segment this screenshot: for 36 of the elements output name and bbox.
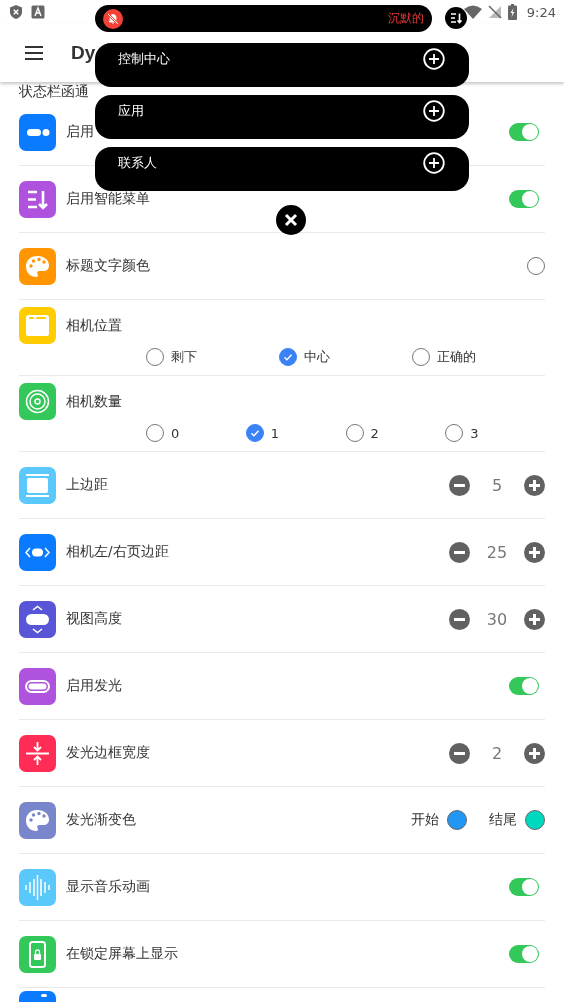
stepper-value: 5 bbox=[490, 475, 504, 495]
option-label: 剩下 bbox=[171, 348, 197, 366]
menu-item-label: 控制中心 bbox=[118, 50, 171, 68]
setting-label: 视图高度 bbox=[66, 610, 122, 628]
setting-label: 启用智能菜单 bbox=[66, 190, 150, 208]
menu-item[interactable]: 应用 bbox=[95, 95, 469, 139]
clock-time: 9:24 bbox=[526, 4, 556, 20]
menu-item[interactable]: 控制中心 bbox=[95, 43, 469, 87]
option-label: 中心 bbox=[304, 348, 330, 366]
setting-label: 发光边框宽度 bbox=[66, 744, 150, 762]
setting-label: 相机数量 bbox=[66, 392, 122, 411]
setting-label: 显示音乐动画 bbox=[66, 878, 150, 896]
setting-label: 启用 bbox=[66, 123, 94, 141]
setting-label: 发光渐变色 bbox=[66, 811, 136, 829]
option-label: 0 bbox=[171, 425, 180, 441]
stepper-value: 25 bbox=[485, 542, 509, 562]
option-label: 正确的 bbox=[437, 348, 476, 366]
menu-item[interactable]: 联系人 bbox=[95, 147, 469, 191]
option-label: 2 bbox=[370, 425, 379, 441]
option-label: 1 bbox=[270, 425, 280, 441]
color-label: 开始 bbox=[411, 811, 439, 829]
option-label: 3 bbox=[470, 425, 479, 441]
section-header: 状态栏函通 bbox=[19, 83, 89, 99]
setting-label: 相机左/右页边距 bbox=[66, 543, 169, 561]
status-text: 沉默的 bbox=[388, 11, 424, 26]
menu-item-label: 联系人 bbox=[118, 154, 158, 172]
stepper-value: 30 bbox=[485, 609, 509, 629]
menu-item-label: 应用 bbox=[118, 102, 145, 120]
app-title: Dy bbox=[71, 42, 96, 64]
setting-label: 相机位置 bbox=[66, 316, 122, 335]
stepper-value: 2 bbox=[490, 743, 504, 763]
color-label: 结尾 bbox=[489, 811, 517, 829]
setting-label: 上边距 bbox=[66, 476, 108, 494]
setting-label: 标题文字颜色 bbox=[66, 257, 150, 275]
setting-label: 在锁定屏幕上显示 bbox=[66, 945, 178, 963]
setting-label: 启用发光 bbox=[66, 677, 122, 695]
